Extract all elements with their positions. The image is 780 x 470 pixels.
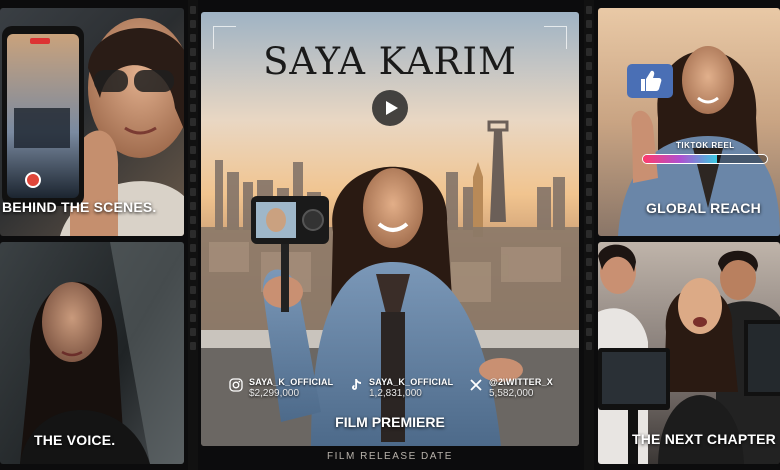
x-handle: @2\WITTER_X: [489, 377, 553, 387]
global-reach-label: GLOBAL REACH: [646, 200, 761, 216]
instagram-handle: SAYA_K_OFFICIAL: [249, 377, 334, 387]
footer-release-date: FILM RELEASE DATE: [327, 451, 453, 462]
play-button[interactable]: [372, 90, 408, 126]
main-poster-panel[interactable]: SAYA KARIM SAYA_K_OFFICIAL $2,299,000 SA…: [201, 12, 579, 446]
tiktok-handle: SAYA_K_OFFICIAL: [369, 377, 454, 387]
poster-title: SAYA KARIM: [263, 40, 517, 83]
the-next-chapter-label: THE NEXT CHAPTER: [632, 431, 776, 447]
tiktok-reel-progress: [642, 154, 768, 164]
x-icon: [470, 379, 482, 391]
the-voice-label: THE VOICE.: [34, 432, 116, 448]
tiktok-icon: [352, 379, 361, 390]
social-x[interactable]: @2\WITTER_X 5,582,000: [470, 376, 553, 400]
global-reach-panel[interactable]: TIKTOK REEL GLOBAL REACH: [598, 8, 780, 236]
tiktok-reel-progress-fill: [643, 155, 718, 163]
film-strip-right: [584, 0, 594, 470]
the-next-chapter-panel[interactable]: THE NEXT CHAPTER: [598, 242, 780, 464]
social-instagram[interactable]: SAYA_K_OFFICIAL $2,299,000: [229, 376, 334, 400]
tiktok-count: 1,2,831,000: [369, 388, 422, 399]
tiktok-reel-label: TIKTOK REEL: [676, 141, 735, 150]
instagram-count: $2,299,000: [249, 388, 300, 399]
thumbs-up-icon: [641, 70, 662, 91]
the-voice-photo: [20, 242, 184, 464]
instagram-icon: [229, 378, 243, 392]
behind-the-scenes-label: BEHIND THE SCENES.: [2, 199, 157, 215]
the-voice-panel[interactable]: THE VOICE.: [0, 242, 184, 464]
poster-subtitle: FILM PREMIERE: [335, 414, 445, 430]
social-tiktok[interactable]: SAYA_K_OFFICIAL 1,2,831,000: [352, 376, 454, 400]
like-badge: [627, 64, 673, 98]
behind-the-scenes-panel[interactable]: BEHIND THE SCENES.: [0, 8, 184, 236]
x-count: 5,582,000: [489, 388, 534, 399]
play-icon: [386, 101, 398, 115]
film-strip-left: [188, 0, 198, 470]
